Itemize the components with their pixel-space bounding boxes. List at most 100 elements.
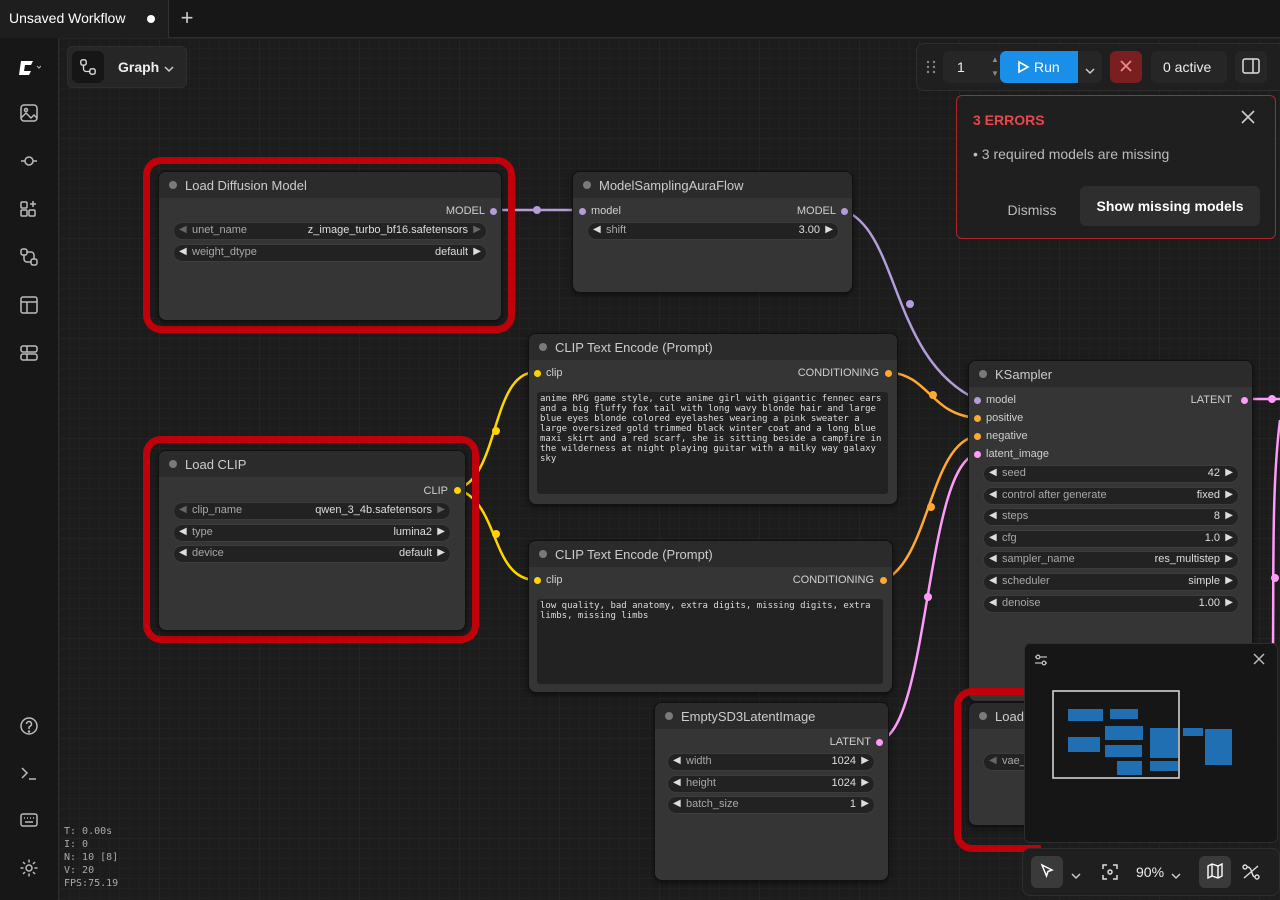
fit-view-icon[interactable] (1102, 864, 1118, 883)
widget-seed[interactable]: ◀ seed 42 ▶ (983, 465, 1239, 483)
output-slot-clip[interactable] (454, 487, 461, 494)
input-label-clip: clip (546, 367, 563, 379)
prompt-textarea-positive[interactable]: anime RPG game style, cute anime girl wi… (537, 392, 888, 494)
comfy-logo-icon[interactable] (17, 56, 41, 80)
input-slot-positive[interactable] (974, 415, 981, 422)
run-button[interactable]: Run (1000, 51, 1078, 83)
stat-time: T: 0.00s (64, 826, 113, 837)
active-jobs-button[interactable]: 0 active (1151, 51, 1227, 83)
graph-selector-label: Graph (118, 59, 160, 75)
link-visibility-icon[interactable] (1242, 864, 1260, 883)
widget-cfg[interactable]: ◀ cfg 1.0 ▶ (983, 530, 1239, 548)
image-library-icon[interactable] (17, 101, 41, 125)
widget-device[interactable]: ◀ device default ▶ (173, 545, 451, 563)
left-sidebar (0, 38, 59, 900)
output-slot-conditioning[interactable] (885, 370, 892, 377)
node-title: Load (995, 709, 1024, 724)
input-slot-model[interactable] (974, 397, 981, 404)
widget-height[interactable]: ◀ height 1024 ▶ (667, 775, 875, 793)
input-slot-clip[interactable] (534, 577, 541, 584)
node-library-icon[interactable] (17, 197, 41, 221)
node-clip-text-encode-positive[interactable]: CLIP Text Encode (Prompt) clip CONDITION… (528, 333, 898, 505)
widget-weight-dtype[interactable]: ◀ weight_dtype default ▶ (173, 244, 487, 262)
widget-type[interactable]: ◀ type lumina2 ▶ (173, 524, 451, 542)
chevron-down-icon[interactable] (1171, 868, 1181, 883)
minimap[interactable] (1024, 643, 1278, 843)
toggle-panel-button[interactable] (1235, 51, 1267, 83)
workflow-tab[interactable]: Unsaved Workflow (0, 0, 169, 39)
close-icon[interactable] (1241, 110, 1255, 127)
widget-scheduler[interactable]: ◀ scheduler simple ▶ (983, 573, 1239, 591)
output-slot-model[interactable] (490, 208, 497, 215)
widget-steps[interactable]: ◀ steps 8 ▶ (983, 508, 1239, 526)
widget-unet-name[interactable]: ◀ unet_name z_image_turbo_bf16.safetensors… (173, 222, 487, 240)
prompt-textarea-negative[interactable]: low quality, bad anatomy, extra digits, … (537, 599, 883, 684)
node-collapse-dot[interactable] (169, 460, 177, 468)
node-clip-text-encode-negative[interactable]: CLIP Text Encode (Prompt) clip CONDITION… (528, 540, 893, 693)
input-label-latent-image: latent_image (986, 448, 1049, 460)
stat-i: I: 0 (64, 839, 89, 850)
input-slot-clip[interactable] (534, 370, 541, 377)
new-tab-icon[interactable]: + (176, 7, 198, 29)
error-message: • 3 required models are missing (973, 146, 1170, 162)
node-load-clip[interactable]: Load CLIP CLIP ◀ clip_name qwen_3_4b.safet… (158, 450, 466, 631)
node-collapse-dot[interactable] (979, 712, 987, 720)
settings-gear-icon[interactable] (17, 856, 41, 880)
node-model-sampling-auraflow[interactable]: ModelSamplingAuraFlow model MODEL ◀ shift… (572, 171, 853, 293)
model-library-icon[interactable] (17, 149, 41, 173)
select-mode-button[interactable] (1031, 856, 1063, 888)
graph-selector[interactable]: Graph (67, 46, 187, 88)
workflow-tab-title: Unsaved Workflow (9, 10, 126, 26)
node-collapse-dot[interactable] (665, 712, 673, 720)
input-slot-negative[interactable] (974, 433, 981, 440)
render-stats: T: 0.00s I: 0 N: 10 [8] V: 20 FPS:75.19 (64, 825, 118, 890)
dismiss-button[interactable]: Dismiss (987, 193, 1077, 227)
output-label-conditioning: CONDITIONING (792, 574, 874, 586)
toggle-minimap-button[interactable] (1199, 856, 1231, 888)
graph-icon (72, 51, 104, 83)
node-title: Load Diffusion Model (185, 178, 307, 193)
drag-handle-icon[interactable] (926, 59, 936, 78)
widget-batch-size[interactable]: ◀ batch_size 1 ▶ (667, 796, 875, 814)
keyboard-icon[interactable] (17, 808, 41, 832)
input-slot-model[interactable] (579, 208, 586, 215)
decrement-icon[interactable]: ▼ (991, 69, 999, 78)
widget-denoise[interactable]: ◀ denoise 1.00 ▶ (983, 595, 1239, 613)
interrupt-button[interactable] (1110, 51, 1142, 83)
chevron-down-icon[interactable] (1071, 868, 1081, 883)
node-collapse-dot[interactable] (169, 181, 177, 189)
output-slot-latent[interactable] (1241, 397, 1248, 404)
workflows-icon[interactable] (17, 245, 41, 269)
node-collapse-dot[interactable] (539, 343, 547, 351)
widget-clip-name[interactable]: ◀ clip_name qwen_3_4b.safetensors ▶ (173, 502, 451, 520)
templates-icon[interactable] (17, 293, 41, 317)
output-slot-conditioning[interactable] (880, 577, 887, 584)
output-slot-model[interactable] (841, 208, 848, 215)
node-collapse-dot[interactable] (539, 550, 547, 558)
input-label-clip: clip (546, 574, 563, 586)
node-collapse-dot[interactable] (979, 370, 987, 378)
queue-icon[interactable] (17, 341, 41, 365)
active-jobs-label: 0 active (1163, 59, 1212, 75)
widget-width[interactable]: ◀ width 1024 ▶ (667, 753, 875, 771)
output-label-model: MODEL (796, 205, 836, 217)
input-label-model: model (986, 394, 1016, 406)
stat-v: V: 20 (64, 865, 95, 876)
node-load-diffusion-model[interactable]: Load Diffusion Model MODEL ◀ unet_name z_i… (158, 171, 502, 321)
widget-control-after-generate[interactable]: ◀ control after generate fixed ▶ (983, 487, 1239, 505)
input-slot-latent-image[interactable] (974, 451, 981, 458)
output-slot-latent[interactable] (876, 739, 883, 746)
increment-icon[interactable]: ▲ (991, 55, 999, 64)
terminal-icon[interactable] (17, 761, 41, 785)
widget-sampler-name[interactable]: ◀ sampler_name res_multistep ▶ (983, 551, 1239, 569)
output-label-latent: LATENT (829, 736, 871, 748)
node-collapse-dot[interactable] (583, 181, 591, 189)
node-empty-sd3-latent-image[interactable]: EmptySD3LatentImage LATENT ◀ width 1024 ▶ ◀… (654, 702, 889, 881)
show-missing-models-button[interactable]: Show missing models (1080, 186, 1260, 226)
widget-shift[interactable]: ◀ shift 3.00 ▶ (587, 222, 839, 240)
errors-title: 3 ERRORS (973, 112, 1045, 128)
zoom-level[interactable]: 90% (1136, 864, 1164, 880)
run-options-dropdown[interactable] (1078, 51, 1102, 83)
play-icon (1016, 60, 1030, 77)
help-icon[interactable] (17, 714, 41, 738)
